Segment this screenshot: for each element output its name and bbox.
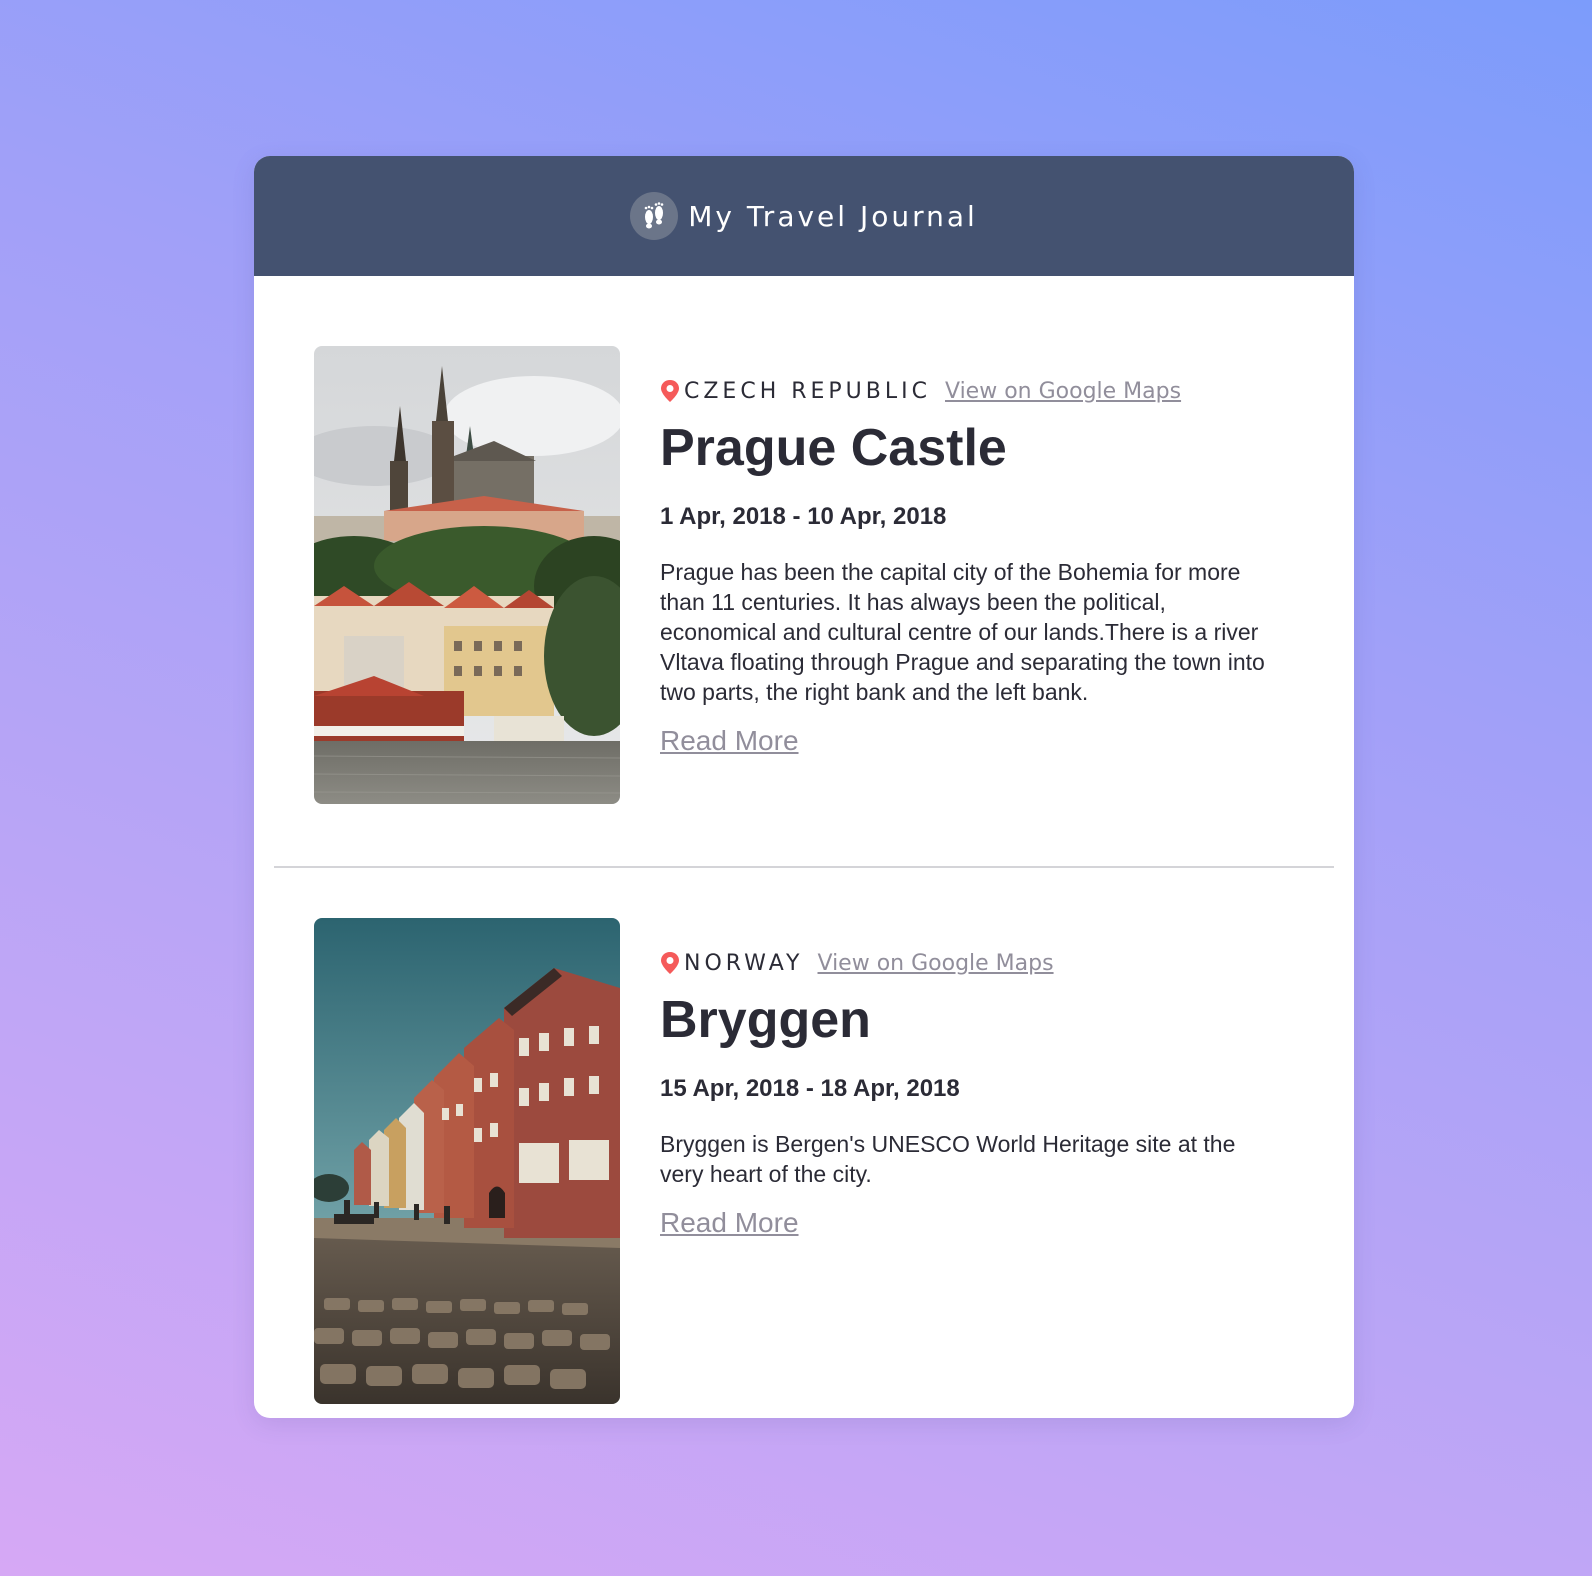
entry-description: Bryggen is Bergen's UNESCO World Heritag… xyxy=(660,1131,1236,1188)
bryggen-photo xyxy=(314,918,620,1404)
entry-content: Norway View on Google Maps Bryggen 15 Ap… xyxy=(660,948,1290,1239)
entry-divider xyxy=(274,866,1334,868)
footprints-icon xyxy=(630,192,679,240)
country-label: Norway xyxy=(684,950,804,976)
google-maps-link[interactable]: View on Google Maps xyxy=(945,379,1181,404)
read-more-link[interactable]: Read More xyxy=(660,1207,799,1239)
google-maps-link[interactable]: View on Google Maps xyxy=(818,951,1054,976)
header: My Travel Journal xyxy=(254,156,1354,276)
entry-description: Prague has been the capital city of the … xyxy=(660,559,1265,706)
read-more-link[interactable]: Read More xyxy=(660,725,799,757)
prague-castle-photo xyxy=(314,346,620,804)
location-row: Norway View on Google Maps xyxy=(660,948,1290,978)
journal-entry: Czech Republic View on Google Maps Pragu… xyxy=(254,346,1354,804)
entry-dates: 1 Apr, 2018 - 10 Apr, 2018 xyxy=(660,503,947,531)
map-pin-icon xyxy=(660,379,680,403)
entry-content: Czech Republic View on Google Maps Pragu… xyxy=(660,376,1290,757)
entry-title: Prague Castle xyxy=(660,419,1007,477)
journal-entry: Norway View on Google Maps Bryggen 15 Ap… xyxy=(254,918,1354,1404)
entry-title: Bryggen xyxy=(660,991,871,1049)
map-pin-icon xyxy=(660,951,680,975)
country-label: Czech Republic xyxy=(684,378,931,404)
journal-card: My Travel Journal CZECH REPUBLIC View on… xyxy=(254,156,1354,1418)
entry-dates: 15 Apr, 2018 - 18 Apr, 2018 xyxy=(660,1075,960,1103)
app-title: My Travel Journal xyxy=(688,199,978,233)
location-row: Czech Republic View on Google Maps xyxy=(660,376,1290,406)
